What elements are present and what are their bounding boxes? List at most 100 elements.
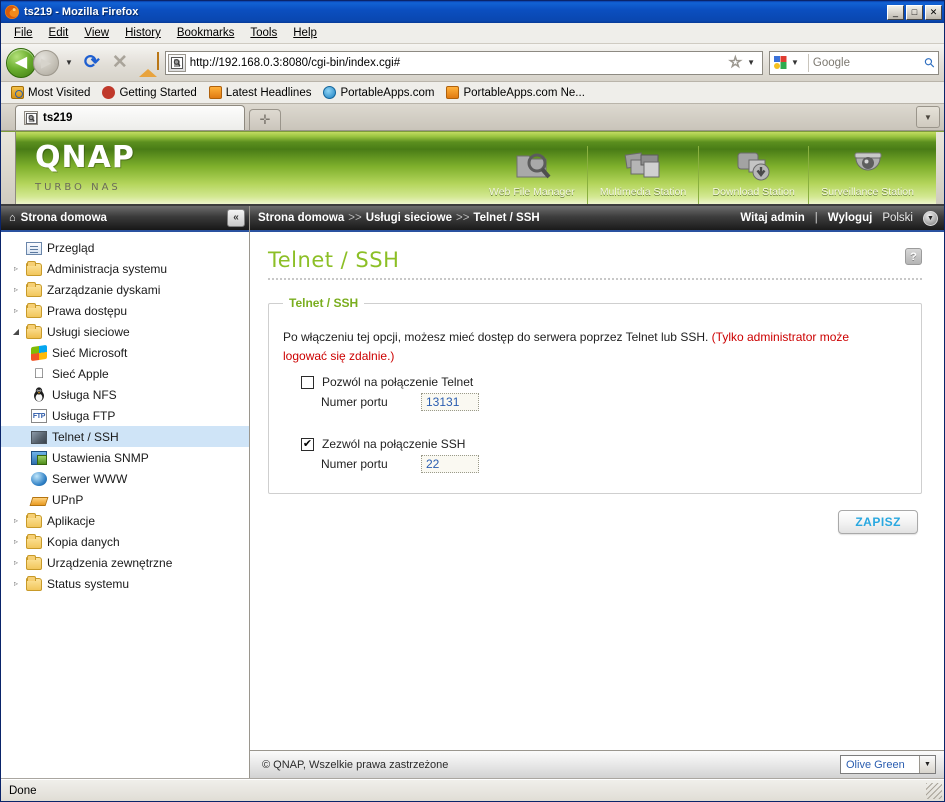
sidebar-item-label: Telnet / SSH: [52, 429, 119, 444]
close-button[interactable]: ✕: [925, 4, 942, 20]
sidebar-item-telnet-ssh[interactable]: Telnet / SSH: [1, 426, 249, 447]
sidebar-item-siec-microsoft[interactable]: Sieć Microsoft: [1, 342, 249, 363]
chevron-down-icon[interactable]: ▼: [919, 756, 935, 773]
sidebar-item-kopia-danych[interactable]: ▹ Kopia danych: [1, 531, 249, 552]
app-download-station[interactable]: Download Station: [698, 146, 808, 204]
app-web-file-manager[interactable]: Web File Manager: [477, 146, 587, 204]
sidebar-item-ustawienia-snmp[interactable]: Ustawienia SNMP: [1, 447, 249, 468]
url-bar[interactable]: http://192.168.0.3:8080/cgi-bin/index.cg…: [164, 50, 763, 75]
bookmark-label: PortableApps.com Ne...: [463, 86, 585, 99]
telnet-checkbox[interactable]: [301, 375, 314, 389]
sidebar-item-prawa-dostepu[interactable]: ▹ Prawa dostępu: [1, 300, 249, 321]
stop-icon[interactable]: ✕: [108, 53, 132, 72]
sidebar-item-aplikacje[interactable]: ▹ Aplikacje: [1, 510, 249, 531]
menu-help[interactable]: Help: [286, 25, 324, 41]
menu-history[interactable]: History: [118, 25, 168, 41]
bookmark-label: Most Visited: [28, 86, 91, 99]
breadcrumb-home[interactable]: Strona domowa: [258, 212, 344, 224]
telnet-ssh-group: Telnet / SSH Po włączeniu tej opcji, moż…: [268, 296, 922, 495]
window-controls: _ □ ✕: [887, 4, 942, 20]
breadcrumb-network-services[interactable]: Usługi sieciowe: [366, 212, 452, 224]
description-text: Po włączeniu tej opcji, możesz mieć dost…: [283, 330, 709, 344]
telnet-port-input[interactable]: 13131: [421, 393, 479, 412]
sidebar-item-siec-apple[interactable]:  Sieć Apple: [1, 363, 249, 384]
overview-icon: [26, 241, 42, 255]
chevron-right-icon[interactable]: ▹: [11, 264, 21, 273]
forward-button[interactable]: ▶: [33, 49, 59, 76]
search-engine-dropdown-icon[interactable]: ▼: [788, 58, 804, 67]
url-text[interactable]: http://192.168.0.3:8080/cgi-bin/index.cg…: [190, 57, 727, 69]
ssh-checkbox-label[interactable]: Zezwól na połączenie SSH: [322, 437, 465, 451]
app-multimedia-station[interactable]: Multimedia Station: [586, 146, 698, 204]
sidebar-item-usluga-ftp[interactable]: FTP Usługa FTP: [1, 405, 249, 426]
ssh-checkbox[interactable]: ✔: [301, 437, 314, 451]
sidebar-item-administracja-systemu[interactable]: ▹ Administracja systemu: [1, 258, 249, 279]
action-row: ZAPISZ: [264, 494, 926, 535]
url-dropdown-icon[interactable]: ▼: [744, 58, 760, 67]
search-input[interactable]: Google: [813, 57, 926, 69]
sidebar-item-zarzadzanie-dyskami[interactable]: ▹ Zarządzanie dyskami: [1, 279, 249, 300]
maximize-button[interactable]: □: [906, 4, 923, 20]
sidebar-item-status-systemu[interactable]: ▹ Status systemu: [1, 573, 249, 594]
google-icon[interactable]: [773, 55, 788, 70]
app-surveillance-station[interactable]: Surveillance Station: [808, 146, 926, 204]
minimize-button[interactable]: _: [887, 4, 904, 20]
bookmark-star-icon[interactable]: ☆: [727, 55, 744, 71]
language-label[interactable]: Polski: [882, 212, 913, 224]
chevron-right-icon[interactable]: ▹: [11, 537, 21, 546]
search-bar[interactable]: ▼ Google ⚲: [769, 50, 939, 75]
logout-link[interactable]: Wyloguj: [828, 212, 873, 224]
chevron-right-icon[interactable]: ▹: [11, 579, 21, 588]
theme-select[interactable]: Olive Green ▼: [840, 755, 936, 774]
snmp-icon: [31, 450, 47, 465]
search-divider: [807, 53, 809, 72]
sidebar-item-upnp[interactable]: UPnP: [1, 489, 249, 510]
chevron-down-icon[interactable]: ▼: [923, 210, 938, 226]
linux-icon: [31, 387, 47, 402]
tab-list-dropdown-icon[interactable]: ▼: [916, 106, 940, 128]
help-icon[interactable]: ?: [905, 248, 922, 265]
folder-icon: [26, 302, 42, 318]
menu-tools[interactable]: Tools: [243, 25, 284, 41]
chevron-right-icon[interactable]: ▹: [11, 306, 21, 315]
bookmark-most-visited[interactable]: Most Visited: [7, 85, 94, 100]
sidebar-item-serwer-www[interactable]: Serwer WWW: [1, 468, 249, 489]
sidebar-item-label: Administracja systemu: [47, 261, 168, 276]
chevron-right-icon[interactable]: ▹: [11, 558, 21, 567]
sidebar-collapse-button[interactable]: «: [227, 209, 245, 227]
search-magnifier-icon[interactable]: ⚲: [921, 53, 939, 71]
resize-grip[interactable]: [926, 782, 942, 799]
ssh-port-label: Numer portu: [321, 457, 388, 472]
bookmark-portableapps-news[interactable]: PortableApps.com Ne...: [442, 85, 588, 100]
tab-ts219[interactable]: ts219: [15, 105, 245, 130]
sidebar-item-uslugi-sieciowe[interactable]: ◢ Usługi sieciowe: [1, 321, 249, 342]
bookmark-getting-started[interactable]: Getting Started: [98, 85, 200, 100]
nav-history-dropdown-icon[interactable]: ▼: [62, 58, 76, 67]
save-button[interactable]: ZAPISZ: [838, 510, 918, 535]
ssh-port-input[interactable]: 22: [421, 455, 479, 474]
sidebar-item-urzadzenia-zewnetrzne[interactable]: ▹ Urządzenia zewnętrzne: [1, 552, 249, 573]
menu-edit[interactable]: Edit: [42, 25, 76, 41]
home-icon[interactable]: [135, 51, 159, 77]
telnet-checkbox-row[interactable]: Pozwól na połączenie Telnet: [301, 375, 907, 389]
chevron-right-icon[interactable]: ▹: [11, 285, 21, 294]
chevron-down-icon[interactable]: ◢: [11, 327, 21, 336]
reload-icon[interactable]: ⟳: [79, 53, 105, 72]
telnet-checkbox-label[interactable]: Pozwól na połączenie Telnet: [322, 375, 473, 389]
menu-bookmarks[interactable]: Bookmarks: [170, 25, 242, 41]
bookmark-latest-headlines[interactable]: Latest Headlines: [205, 85, 316, 100]
bookmark-portableapps[interactable]: PortableApps.com: [319, 85, 438, 100]
tab-favicon-icon: [24, 111, 38, 125]
sidebar-item-label: Serwer WWW: [52, 471, 128, 486]
sidebar-item-przeglad[interactable]: ▸ Przegląd: [1, 237, 249, 258]
menu-file[interactable]: File: [7, 25, 40, 41]
microsoft-icon: [31, 344, 47, 361]
back-button[interactable]: ◀: [6, 47, 36, 78]
ssh-checkbox-row[interactable]: ✔ Zezwól na połączenie SSH: [301, 437, 907, 451]
new-tab-button[interactable]: ✛: [249, 109, 281, 130]
settings-panel: Telnet / SSH ? Telnet / SSH Po włączeniu…: [250, 232, 944, 750]
sidebar-item-usluga-nfs[interactable]: Usługa NFS: [1, 384, 249, 405]
menu-view[interactable]: View: [77, 25, 116, 41]
chevron-right-icon[interactable]: ▹: [11, 516, 21, 525]
